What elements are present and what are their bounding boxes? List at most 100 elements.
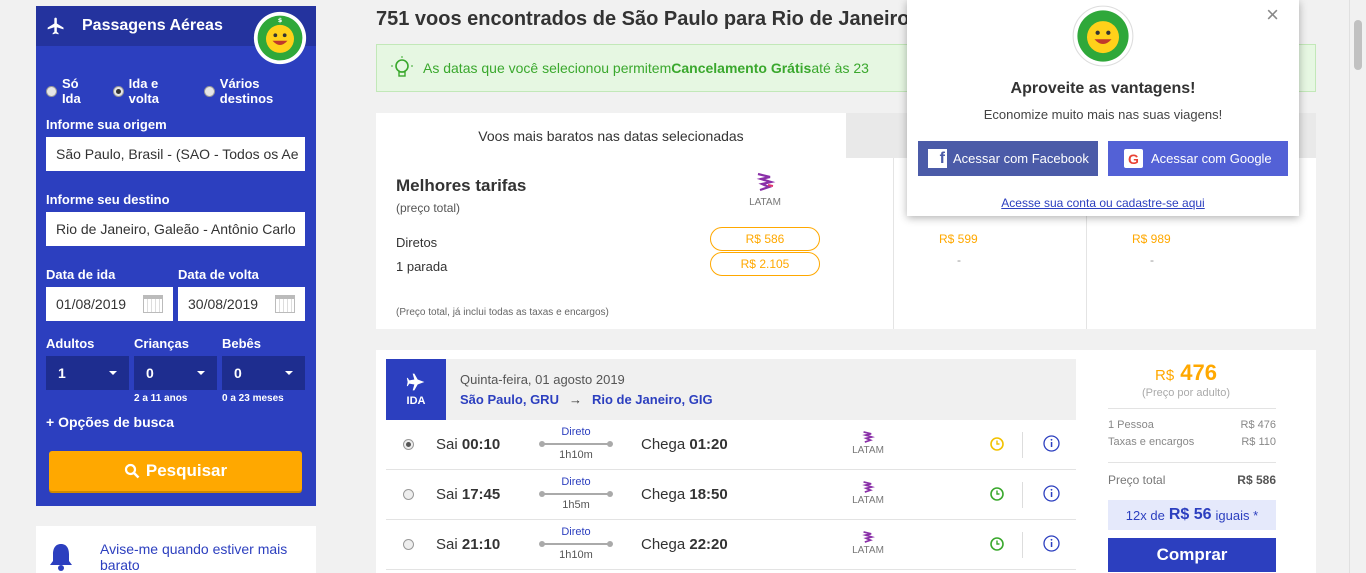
buy-button[interactable]: Comprar xyxy=(1108,538,1276,572)
price-alert-box[interactable]: Avise-me quando estiver mais barato xyxy=(36,526,316,573)
flight-header: Quinta-feira, 01 agosto 2019 São Paulo, … xyxy=(446,359,1076,420)
results-title: 751 voos encontrados de São Paulo para R… xyxy=(376,8,910,30)
account-signup-link[interactable]: Acesse sua conta ou cadastre-se aqui xyxy=(907,196,1299,210)
lightbulb-icon xyxy=(391,56,413,77)
price-line-value: R$ 110 xyxy=(1241,436,1276,448)
col3-stop-price: - xyxy=(1150,253,1154,267)
route-arrow: → xyxy=(568,392,582,407)
facebook-login-label: Acessar com Facebook xyxy=(953,151,1089,166)
flight-option-row[interactable]: Sai 00:10 Direto 1h10m Chega 01:20 LATAM xyxy=(386,420,1076,470)
infants-select[interactable]: 0 xyxy=(222,356,305,390)
return-date-value: 30/08/2019 xyxy=(188,296,259,312)
col3-direct-price[interactable]: R$ 989 xyxy=(1132,232,1171,246)
flight-option-row[interactable]: Sai 21:10 Direto 1h10m Chega 22:20 LATAM xyxy=(386,520,1076,570)
arrival-label: Chega xyxy=(641,486,686,503)
trip-type-one-way[interactable]: Só Ida xyxy=(46,76,101,106)
destination-input[interactable]: Rio de Janeiro, Galeão - Antônio Carlo xyxy=(46,212,305,246)
arrival: Chega 18:50 xyxy=(641,486,728,503)
latam-logo-icon xyxy=(756,172,776,192)
flight-airline: LATAM xyxy=(848,530,888,556)
trip-type-round-trip[interactable]: Ida e volta xyxy=(112,76,192,106)
return-date-input[interactable]: 30/08/2019 xyxy=(178,287,305,321)
departure-label: Sai xyxy=(436,536,458,553)
children-select[interactable]: 0 xyxy=(134,356,217,390)
one-stop-price-pill[interactable]: R$ 2.105 xyxy=(710,252,820,276)
price-currency: R$ xyxy=(1154,367,1175,384)
col2-direct-price[interactable]: R$ 599 xyxy=(939,232,978,246)
latam-logo-icon xyxy=(862,481,875,493)
radio-dot[interactable] xyxy=(112,85,124,97)
direct-row-label: Diretos xyxy=(396,235,438,250)
best-fares-subtitle: (preço total) xyxy=(396,201,461,215)
route-line xyxy=(539,491,613,497)
infants-label: Bebês xyxy=(222,336,262,351)
search-options-toggle[interactable]: + Opções de busca xyxy=(46,414,174,430)
info-icon[interactable] xyxy=(1043,435,1060,452)
price-line-label: 1 Pessoa xyxy=(1108,419,1154,431)
route-origin[interactable]: São Paulo, GRU xyxy=(460,392,559,407)
divider xyxy=(1022,532,1023,558)
clock-icon[interactable] xyxy=(990,487,1004,501)
info-icon[interactable] xyxy=(1043,535,1060,552)
departure: Sai 00:10 xyxy=(436,436,500,453)
depart-date-value: 01/08/2019 xyxy=(56,296,127,312)
price-line-person: 1 Pessoa R$ 476 xyxy=(1108,419,1276,431)
departure-time: 21:10 xyxy=(461,536,501,553)
google-icon: G xyxy=(1124,149,1143,168)
departure: Sai 21:10 xyxy=(436,536,500,553)
tab-cheapest-selected-dates[interactable]: Voos mais baratos nas datas selecionadas xyxy=(376,113,846,158)
origin-label: Informe sua origem xyxy=(46,117,167,132)
destination-label: Informe seu destino xyxy=(46,192,170,207)
trip-type-multi-city[interactable]: Vários destinos xyxy=(203,76,316,106)
search-icon xyxy=(124,463,140,479)
flight-duration: 1h10m xyxy=(559,549,593,561)
latam-logo-icon xyxy=(862,531,875,543)
adults-select[interactable]: 1 xyxy=(46,356,129,390)
divider xyxy=(1022,482,1023,508)
flight-radio[interactable] xyxy=(403,439,414,450)
children-label: Crianças xyxy=(134,336,189,351)
scrollbar[interactable] xyxy=(1349,0,1366,573)
chevron-down-icon xyxy=(109,371,117,375)
total-price-label: Preço total xyxy=(1108,473,1166,487)
search-options-label: Opções de busca xyxy=(58,414,175,430)
flight-radio[interactable] xyxy=(403,489,414,500)
facebook-login-button[interactable]: f Acessar com Facebook xyxy=(918,141,1098,176)
price-line-value: R$ 476 xyxy=(1240,419,1276,431)
divider xyxy=(1022,432,1023,458)
google-login-label: Acessar com Google xyxy=(1151,151,1272,166)
origin-input[interactable]: São Paulo, Brasil - (SAO - Todos os Ae xyxy=(46,137,305,171)
bell-icon xyxy=(50,544,72,571)
economia-garantida-badge: $ xyxy=(253,11,307,65)
clock-icon[interactable] xyxy=(990,437,1004,451)
airplane-icon xyxy=(47,17,64,35)
depart-date-input[interactable]: 01/08/2019 xyxy=(46,287,173,321)
radio-dot[interactable] xyxy=(203,85,215,97)
arrival-label: Chega xyxy=(641,436,686,453)
children-value: 0 xyxy=(146,365,154,381)
google-login-button[interactable]: G Acessar com Google xyxy=(1108,141,1288,176)
close-icon[interactable]: × xyxy=(1266,2,1279,28)
airline-column-latam[interactable]: LATAM xyxy=(710,171,820,208)
airline-name: LATAM xyxy=(749,197,781,208)
price-summary: R$ 476 (Preço por adulto) 1 Pessoa R$ 476… xyxy=(1096,350,1316,573)
calendar-icon[interactable] xyxy=(143,295,163,313)
direct-price-pill[interactable]: R$ 586 xyxy=(710,227,820,251)
scrollbar-thumb[interactable] xyxy=(1354,20,1362,70)
search-sidebar: Passagens Aéreas $ Só Ida Ida e volta Vá… xyxy=(36,6,316,506)
children-hint: 2 a 11 anos xyxy=(134,393,188,404)
search-button[interactable]: Pesquisar xyxy=(49,451,302,491)
flight-radio[interactable] xyxy=(403,539,414,550)
flight-date: Quinta-feira, 01 agosto 2019 xyxy=(460,372,625,387)
stops-info: Direto 1h5m xyxy=(539,476,613,511)
radio-dot[interactable] xyxy=(46,85,57,97)
info-icon[interactable] xyxy=(1043,485,1060,502)
trip-type-label: Só Ida xyxy=(61,76,81,106)
calendar-icon[interactable] xyxy=(275,295,295,313)
stops-type: Direto xyxy=(561,426,591,438)
arrival: Chega 22:20 xyxy=(641,536,728,553)
route-destination[interactable]: Rio de Janeiro, GIG xyxy=(592,392,713,407)
direction-badge: IDA xyxy=(386,359,446,420)
flight-option-row[interactable]: Sai 17:45 Direto 1h5m Chega 18:50 LATAM xyxy=(386,470,1076,520)
clock-icon[interactable] xyxy=(990,537,1004,551)
